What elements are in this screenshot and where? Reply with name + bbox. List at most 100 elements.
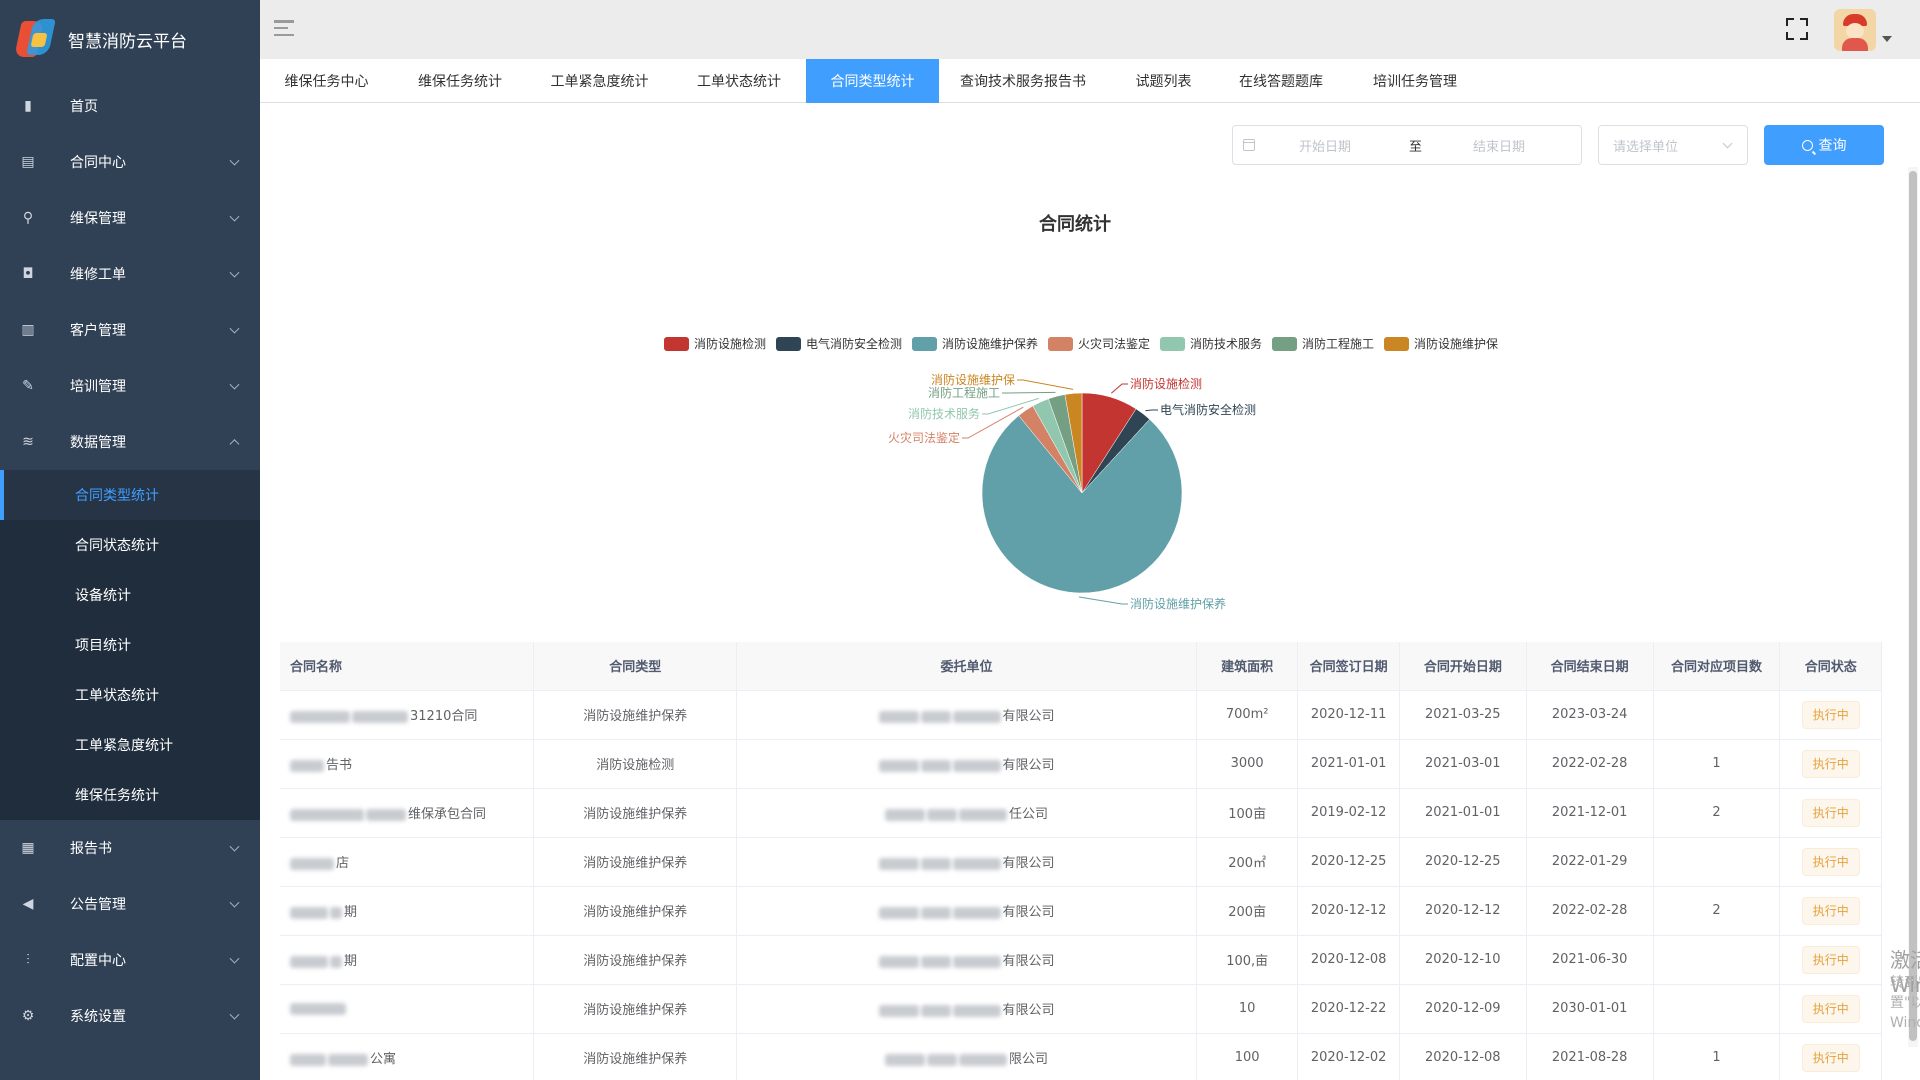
status-badge[interactable]: 执行中 — [1801, 994, 1860, 1023]
tab[interactable]: 在线答题题库 — [1220, 59, 1342, 103]
legend-item[interactable]: 火灾司法鉴定 — [1048, 336, 1150, 351]
sidebar-subitem[interactable]: 合同类型统计 — [0, 470, 260, 520]
tab[interactable]: 维保任务中心 — [260, 59, 393, 103]
sidebar-item[interactable]: ⚙ 系统设置 — [0, 988, 260, 1044]
sliders-icon: ⫶ — [26, 952, 30, 968]
sidebar-item[interactable]: ▦ 报告书 — [0, 820, 260, 876]
column-header[interactable]: 合同开始日期 — [1399, 642, 1527, 691]
status-badge[interactable]: 执行中 — [1801, 847, 1860, 876]
cell-text: 消防设施维护保养 — [583, 1052, 688, 1067]
sidebar-subitem[interactable]: 工单紧急度统计 — [0, 720, 260, 770]
sidebar-subitem[interactable]: 项目统计 — [0, 620, 260, 670]
scrollbar-thumb[interactable] — [1909, 171, 1917, 1041]
column-header[interactable]: 合同名称 — [280, 642, 535, 691]
end-date-input[interactable]: 结束日期 — [1473, 136, 1525, 155]
table-row[interactable]: 31210合同 消防设施维护保养 有限公司 700m² 2020-12-11 2021-0… — [280, 690, 1882, 740]
redacted-text — [952, 710, 1001, 723]
table-row[interactable]: 期 消防设施维护保养 有限公司 100,亩 2020-12-08 2020-12-10 20… — [280, 935, 1882, 985]
tab[interactable]: 工单紧急度统计 — [527, 59, 672, 103]
table-row[interactable]: 告书 消防设施检测 有限公司 3000 2021-01-01 2021-03-01 2022… — [280, 739, 1882, 789]
table-row[interactable]: 消防设施维护保养 有限公司 10 2020-12-22 2020-12-09 2030-0… — [280, 984, 1882, 1034]
tab[interactable]: 试题列表 — [1107, 59, 1220, 103]
status-badge[interactable]: 执行中 — [1801, 1043, 1860, 1072]
tab[interactable]: 查询技术服务报告书 — [939, 59, 1107, 103]
sidebar-item-label: 公告管理 — [70, 897, 126, 913]
sidebar-item[interactable]: ⫶ 配置中心 — [0, 932, 260, 988]
table-row[interactable]: 店 消防设施维护保养 有限公司 200㎡ 2020-12-25 2020-12-25 202… — [280, 837, 1882, 887]
redacted-text — [920, 906, 951, 919]
unit-select[interactable]: 请选择单位 — [1598, 125, 1748, 165]
sidebar-subitem[interactable]: 维保任务统计 — [0, 770, 260, 820]
column-header[interactable]: 委托单位 — [736, 642, 1197, 691]
sidebar-item-label: 配置中心 — [70, 953, 126, 969]
report-icon: ▦ — [21, 840, 35, 856]
sidebar-item[interactable]: ✎ 培训管理 — [0, 358, 260, 414]
legend-label: 消防工程施工 — [1302, 336, 1374, 351]
tab[interactable]: 合同类型统计 — [806, 59, 939, 103]
status-badge[interactable]: 执行中 — [1801, 700, 1860, 729]
fullscreen-icon[interactable] — [1786, 18, 1808, 40]
table-cell-area: 100,亩 — [1196, 935, 1299, 985]
sidebar-subitem[interactable]: 合同状态统计 — [0, 520, 260, 570]
table-cell-end: 2022-02-28 — [1526, 739, 1654, 789]
table-row[interactable]: 期 消防设施维护保养 有限公司 200亩 2020-12-12 2020-12-12 202… — [280, 886, 1882, 936]
legend-item[interactable]: 消防技术服务 — [1160, 336, 1262, 351]
table-cell-start: 2020-12-12 — [1399, 886, 1527, 936]
redacted-text — [330, 955, 342, 968]
column-header[interactable]: 合同对应项目数 — [1653, 642, 1781, 691]
table-cell-area: 200亩 — [1196, 886, 1299, 936]
redacted-text — [927, 1053, 958, 1066]
label-line — [1002, 391, 1056, 394]
sidebar-subitem[interactable]: 工单状态统计 — [0, 670, 260, 720]
hamburger-menu-icon[interactable] — [274, 20, 294, 36]
table-cell-type: 消防设施维护保养 — [533, 690, 738, 740]
legend-item[interactable]: 电气消防安全检测 — [776, 336, 902, 351]
redacted-text — [290, 710, 350, 723]
sidebar-item[interactable]: ▤ 合同中心 — [0, 134, 260, 190]
table-cell-client: 有限公司 — [736, 739, 1197, 789]
cell-text: 100亩 — [1228, 807, 1267, 822]
status-badge[interactable]: 执行中 — [1801, 749, 1860, 778]
caret-down-icon[interactable] — [1882, 36, 1892, 42]
legend-swatch — [1272, 337, 1297, 351]
sidebar-item-label: 维保管理 — [70, 211, 126, 227]
status-badge[interactable]: 执行中 — [1801, 945, 1860, 974]
legend-item[interactable]: 消防设施维护保养 — [912, 336, 1038, 351]
query-button[interactable]: 查询 — [1764, 125, 1884, 165]
sidebar-item[interactable]: ◀ 公告管理 — [0, 876, 260, 932]
tab[interactable]: 培训任务管理 — [1342, 59, 1488, 103]
sidebar-item[interactable]: ▥ 客户管理 — [0, 302, 260, 358]
cell-text: 有限公司 — [1002, 1003, 1055, 1018]
sidebar-item[interactable]: ▮ 首页 — [0, 78, 260, 134]
cell-text: 店 — [336, 856, 350, 871]
column-header[interactable]: 合同类型 — [533, 642, 738, 691]
cell-text: 2021-01-01 — [1425, 805, 1501, 820]
legend-item[interactable]: 消防工程施工 — [1272, 336, 1374, 351]
legend-label: 消防设施检测 — [694, 336, 766, 351]
legend-item[interactable]: 消防设施检测 — [664, 336, 766, 351]
tab[interactable]: 维保任务统计 — [393, 59, 527, 103]
tab[interactable]: 工单状态统计 — [672, 59, 806, 103]
avatar[interactable] — [1834, 9, 1876, 51]
status-badge[interactable]: 执行中 — [1801, 798, 1860, 827]
table-row[interactable]: 维保承包合同 消防设施维护保养 任公司 100亩 2019-02-12 2021-01-0… — [280, 788, 1882, 838]
status-badge[interactable]: 执行中 — [1801, 896, 1860, 925]
start-date-input[interactable]: 开始日期 — [1299, 136, 1351, 155]
sidebar-item[interactable]: ◘ 维修工单 — [0, 246, 260, 302]
sidebar-item-label: 报告书 — [70, 841, 112, 857]
column-header[interactable]: 合同状态 — [1779, 642, 1882, 691]
column-header[interactable]: 建筑面积 — [1196, 642, 1299, 691]
table-row[interactable]: 公寓 消防设施维护保养 限公司 100 2020-12-02 2020-12-08 2021… — [280, 1033, 1882, 1080]
column-header[interactable]: 合同结束日期 — [1526, 642, 1654, 691]
sidebar-item[interactable]: ≋ 数据管理 — [0, 414, 260, 470]
cell-text: 2020-12-11 — [1310, 707, 1387, 722]
legend-item[interactable]: 消防设施维护保 — [1384, 336, 1498, 351]
date-range-picker[interactable]: 开始日期 至 结束日期 — [1232, 125, 1582, 165]
sidebar-item[interactable]: ⚲ 维保管理 — [0, 190, 260, 246]
table-cell-name: 店 — [280, 837, 535, 887]
vertical-scrollbar[interactable] — [1908, 167, 1918, 1047]
column-header[interactable]: 合同签订日期 — [1297, 642, 1400, 691]
sidebar-subitem[interactable]: 设备统计 — [0, 570, 260, 620]
app-logo[interactable]: 智慧消防云平台 — [0, 0, 260, 78]
table-cell-client: 有限公司 — [736, 886, 1197, 936]
